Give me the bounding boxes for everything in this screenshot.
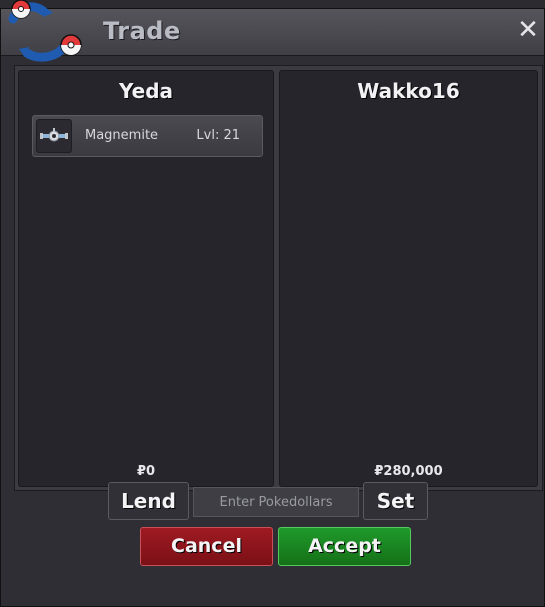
lend-button[interactable]: Lend bbox=[108, 482, 189, 520]
cancel-button[interactable]: Cancel bbox=[140, 527, 273, 566]
pokedollars-input[interactable] bbox=[193, 487, 359, 517]
pokemon-level: Lvl: 21 bbox=[196, 128, 240, 143]
title-bar[interactable]: Trade ✕ bbox=[1, 0, 544, 62]
offer-item-slot[interactable]: Magnemite Lvl: 21 bbox=[32, 115, 263, 157]
my-offer-panel: Yeda Magnemite Lvl: 21 ₽0 bbox=[18, 70, 274, 487]
my-money-offer: ₽0 bbox=[136, 464, 156, 479]
trade-panels: Yeda Magnemite Lvl: 21 ₽0 Wakko16 ₽280,0… bbox=[14, 65, 543, 491]
set-button[interactable]: Set bbox=[363, 482, 428, 520]
my-player-name: Yeda bbox=[118, 79, 174, 103]
window-title: Trade bbox=[103, 17, 181, 45]
partner-money-offer: ₽280,000 bbox=[374, 464, 443, 479]
close-icon[interactable]: ✕ bbox=[516, 17, 540, 43]
accept-button[interactable]: Accept bbox=[278, 527, 411, 566]
partner-player-name: Wakko16 bbox=[357, 79, 460, 103]
game-logo-icon bbox=[8, 0, 82, 62]
magnemite-icon bbox=[36, 119, 72, 153]
trade-window: Trade ✕ Yeda Magnemite Lvl: 21 ₽0 Wakko1… bbox=[0, 0, 545, 607]
pokemon-name: Magnemite bbox=[85, 128, 159, 143]
partner-offer-panel: Wakko16 ₽280,000 bbox=[279, 70, 538, 487]
